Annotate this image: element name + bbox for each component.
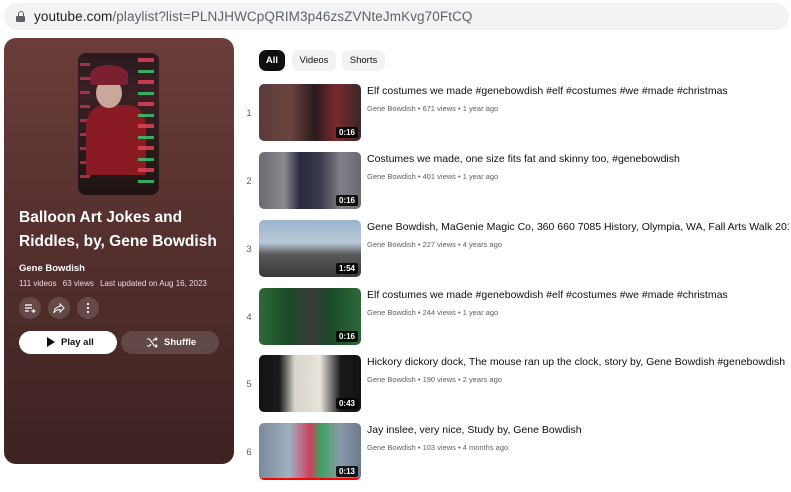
playlist-stats: 111 videos 63 views Last updated on Aug … <box>19 279 211 288</box>
chip-all[interactable]: All <box>259 50 285 71</box>
playlist-title: Balloon Art Jokes and Riddles, by, Gene … <box>19 209 217 250</box>
share-icon <box>53 302 65 314</box>
video-meta: Gene Bowdish • 671 views • 1 year ago <box>367 104 499 113</box>
video-meta: Gene Bowdish • 227 views • 4 years ago <box>367 240 502 249</box>
video-title[interactable]: Jay inslee, very nice, Study by, Gene Bo… <box>367 424 789 436</box>
video-index: 2 <box>246 176 252 187</box>
last-updated: Last updated on Aug 16, 2023 <box>100 279 207 288</box>
video-index: 5 <box>246 379 252 390</box>
video-meta: Gene Bowdish • 103 views • 4 months ago <box>367 443 509 452</box>
playlist-add-icon <box>25 304 36 313</box>
url-text[interactable]: youtube.com/playlist?list=PLNJHWCpQRIM3p… <box>34 9 473 24</box>
duration-badge: 0:16 <box>335 127 358 138</box>
playlist-thumbnail[interactable] <box>78 53 159 195</box>
chip-videos[interactable]: Videos <box>292 50 336 71</box>
lock-icon[interactable] <box>16 11 25 22</box>
more-vert-icon <box>86 302 90 314</box>
video-thumbnail[interactable]: 0:43 <box>259 355 361 412</box>
chip-shorts[interactable]: Shorts <box>342 50 385 71</box>
video-index: 1 <box>246 108 252 119</box>
duration-badge: 0:16 <box>335 195 358 206</box>
playlist-video-row[interactable]: 3 1:54 Gene Bowdish, MaGenie Magic Co, 3… <box>240 220 789 282</box>
duration-badge: 0:16 <box>335 331 358 342</box>
duration-badge: 0:43 <box>335 398 358 409</box>
video-meta: Gene Bowdish • 190 views • 2 years ago <box>367 375 502 384</box>
playlist-video-row[interactable]: 1 0:16 Elf costumes we made #genebowdish… <box>240 84 788 146</box>
video-thumbnail[interactable]: 0:16 <box>259 152 361 209</box>
watch-progress-bar <box>259 478 361 480</box>
video-index: 4 <box>246 312 252 323</box>
video-meta: Gene Bowdish • 244 views • 1 year ago <box>367 308 499 317</box>
video-title[interactable]: Elf costumes we made #genebowdish #elf #… <box>367 85 789 97</box>
address-bar: youtube.com/playlist?list=PLNJHWCpQRIM3p… <box>0 0 791 34</box>
video-thumbnail[interactable]: 0:16 <box>259 288 361 345</box>
video-thumbnail[interactable]: 1:54 <box>259 220 361 277</box>
view-count: 63 views <box>62 279 94 288</box>
play-all-button[interactable]: Play all <box>19 331 117 354</box>
playlist-video-row[interactable]: 5 0:43 Hickory dickory dock, The mouse r… <box>240 355 788 417</box>
video-title[interactable]: Costumes we made, one size fits fat and … <box>367 153 789 165</box>
playlist-owner[interactable]: Gene Bowdish <box>19 263 85 274</box>
video-index: 6 <box>246 447 252 458</box>
play-icon <box>47 337 55 347</box>
video-title[interactable]: Elf costumes we made #genebowdish #elf #… <box>367 289 789 301</box>
shuffle-icon <box>147 337 158 348</box>
video-title[interactable]: Hickory dickory dock, The mouse ran up t… <box>367 356 789 368</box>
video-meta: Gene Bowdish • 401 views • 1 year ago <box>367 172 499 181</box>
playlist-video-row[interactable]: 6 0:13 Jay inslee, very nice, Study by, … <box>240 423 788 485</box>
video-count: 111 videos <box>19 279 57 288</box>
save-to-library-button[interactable] <box>19 297 41 319</box>
shuffle-button[interactable]: Shuffle <box>121 331 219 354</box>
more-actions-button[interactable] <box>77 297 99 319</box>
share-button[interactable] <box>48 297 70 319</box>
duration-badge: 1:54 <box>335 263 358 274</box>
video-thumbnail[interactable]: 0:13 <box>259 423 361 480</box>
video-title[interactable]: Gene Bowdish, MaGenie Magic Co, 360 660 … <box>367 221 789 233</box>
duration-badge: 0:13 <box>335 466 358 477</box>
playlist-video-row[interactable]: 2 0:16 Costumes we made, one size fits f… <box>240 152 788 214</box>
omnibox[interactable]: youtube.com/playlist?list=PLNJHWCpQRIM3p… <box>4 3 789 30</box>
playlist-video-row[interactable]: 4 0:16 Elf costumes we made #genebowdish… <box>240 288 788 350</box>
video-index: 3 <box>246 244 252 255</box>
video-thumbnail[interactable]: 0:16 <box>259 84 361 141</box>
playlist-header-panel: Balloon Art Jokes and Riddles, by, Gene … <box>4 38 234 464</box>
